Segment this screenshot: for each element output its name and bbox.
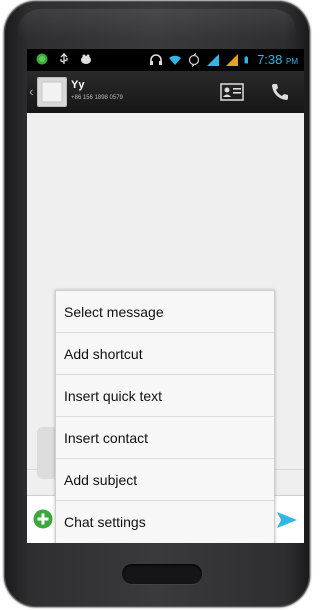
screen: 7:38 PM ‹ Yy +86 156 1898 0579 Select me…: [27, 49, 304, 543]
back-chevron-icon[interactable]: ‹: [29, 83, 34, 99]
contact-number: +86 156 1898 0579: [71, 95, 123, 101]
menu-item-add-subject[interactable]: Add subject: [56, 459, 274, 501]
signal-icon: [226, 53, 239, 66]
options-menu: Select message Add shortcut Insert quick…: [55, 290, 275, 543]
headset-icon: [150, 53, 163, 65]
clock: 7:38 PM: [257, 52, 298, 67]
contact-card-icon: [220, 83, 244, 101]
status-right: 7:38 PM: [149, 52, 298, 67]
battery-icon: [244, 55, 249, 63]
menu-item-add-shortcut[interactable]: Add shortcut: [56, 333, 274, 375]
phone-frame: 7:38 PM ‹ Yy +86 156 1898 0579 Select me…: [4, 1, 310, 607]
send-icon[interactable]: [276, 510, 298, 530]
home-button[interactable]: [122, 564, 202, 584]
wifi-icon: [169, 55, 182, 65]
alert-icon: [81, 54, 91, 64]
contact-name: Yy: [71, 79, 85, 91]
menu-item-chat-settings[interactable]: Chat settings: [56, 501, 274, 543]
phone-icon: [272, 84, 288, 100]
menu-item-insert-quick-text[interactable]: Insert quick text: [56, 375, 274, 417]
sync-icon: [188, 52, 200, 67]
contact-card-button[interactable]: [219, 81, 245, 103]
phone-shine: [18, 9, 296, 39]
status-bar: 7:38 PM: [27, 49, 304, 71]
android-icon: [36, 53, 48, 65]
action-bar: ‹ Yy +86 156 1898 0579: [27, 71, 304, 114]
signal-icon: [207, 53, 220, 66]
usb-icon: [60, 53, 68, 64]
contact-placeholder-icon: [41, 81, 63, 103]
call-button[interactable]: [267, 81, 293, 103]
avatar[interactable]: [37, 77, 67, 107]
menu-item-insert-contact[interactable]: Insert contact: [56, 417, 274, 459]
add-attachment-icon[interactable]: [33, 509, 53, 529]
status-left: [35, 52, 93, 66]
menu-item-select-message[interactable]: Select message: [56, 291, 274, 333]
